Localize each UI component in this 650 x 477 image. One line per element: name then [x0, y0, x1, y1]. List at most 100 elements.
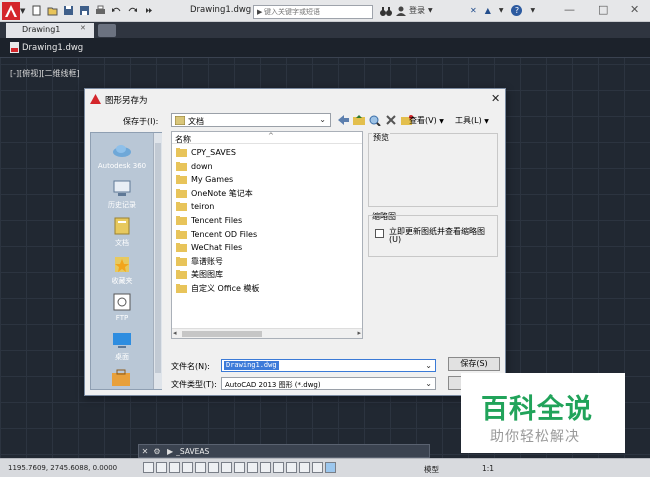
ortho-icon[interactable] — [182, 462, 193, 473]
place-favorites[interactable]: 收藏夹 — [91, 255, 153, 286]
scrollbar-thumb[interactable] — [182, 331, 262, 337]
file-name-input[interactable]: Drawing1.dwg ⌄ — [221, 359, 436, 372]
print-icon[interactable] — [94, 4, 107, 17]
maximize-icon[interactable]: □ — [598, 3, 608, 16]
viewport-controls[interactable]: [-][俯视][二维线框] — [10, 68, 80, 79]
place-label: FTP — [115, 314, 129, 322]
place-autodesk-360[interactable]: Autodesk 360 — [91, 141, 153, 170]
close-window-icon[interactable]: ✕ — [630, 3, 639, 16]
undo-icon[interactable] — [110, 4, 123, 17]
save-in-select[interactable]: 文档 ⌄ — [171, 113, 331, 127]
autocad-logo-icon[interactable] — [2, 2, 20, 20]
login-dropdown-icon[interactable]: ▼ — [428, 7, 433, 14]
place-ftp[interactable]: FTP — [91, 293, 153, 322]
back-icon[interactable] — [337, 114, 349, 126]
list-item[interactable]: Tencent Files — [176, 214, 242, 227]
place-documents[interactable]: 文档 — [91, 217, 153, 248]
list-item[interactable]: 美图图库 — [176, 268, 223, 281]
search-box[interactable]: ▶ — [253, 5, 373, 19]
update-thumbnail-label[interactable]: 立即更新图纸并查看缩略图(U) — [389, 228, 489, 244]
list-item[interactable]: CPY_SAVES — [176, 146, 236, 159]
model-space-button[interactable]: 模型 — [424, 464, 439, 475]
otrack-icon[interactable] — [234, 462, 245, 473]
file-name: OneNote 笔记本 — [191, 188, 253, 198]
wrench-icon[interactable]: ⚙ — [151, 447, 163, 456]
list-item[interactable]: 自定义 Office 模板 — [176, 282, 259, 295]
folder-icon — [176, 175, 187, 185]
file-list-header[interactable]: 名称 ^ — [172, 132, 362, 144]
briefcase-icon[interactable] — [111, 369, 131, 387]
list-item[interactable]: OneNote 笔记本 — [176, 187, 253, 200]
tab-close-icon[interactable]: ✕ — [80, 24, 86, 32]
3d-osnap-icon[interactable] — [221, 462, 232, 473]
new-icon[interactable] — [30, 4, 43, 17]
save-as-icon[interactable] — [78, 4, 91, 17]
save-in-value: 文档 — [188, 117, 204, 126]
documents-folder-icon — [175, 116, 185, 125]
binoculars-icon[interactable] — [380, 6, 392, 17]
view-menu[interactable]: 查看(V) ▼ — [409, 115, 444, 126]
list-item[interactable]: WeChat Files — [176, 241, 242, 254]
scrollbar-thumb[interactable] — [155, 143, 161, 373]
search-expand-icon[interactable]: ▶ — [257, 8, 262, 16]
scroll-left-icon[interactable]: ◂ — [173, 329, 177, 337]
a360-icon[interactable]: ▲ — [485, 6, 491, 15]
login-area[interactable]: 登录 ▼ — [396, 5, 433, 16]
chevron-down-icon[interactable]: ⌄ — [425, 361, 432, 370]
folder-icon — [176, 202, 187, 212]
watermark-subtitle: 助你轻松解决 — [490, 429, 580, 445]
scroll-right-icon[interactable]: ▸ — [357, 329, 361, 337]
places-scrollbar[interactable] — [153, 133, 162, 389]
more-dropdown-icon[interactable]: ▼ — [499, 7, 504, 14]
list-item[interactable]: down — [176, 160, 213, 173]
dialog-title: 图形另存为 — [105, 96, 148, 106]
cloud-icon — [113, 145, 131, 157]
list-item[interactable]: teiron — [176, 200, 214, 213]
documents-icon — [114, 217, 130, 235]
annotation-monitor-icon[interactable] — [325, 462, 336, 473]
polar-icon[interactable] — [195, 462, 206, 473]
file-name-value[interactable]: Drawing1.dwg — [224, 361, 279, 370]
close-icon[interactable]: ✕ — [139, 447, 151, 456]
up-folder-icon[interactable] — [353, 114, 365, 126]
folder-icon — [176, 216, 187, 225]
file-type-select[interactable]: AutoCAD 2013 图形 (*.dwg) ⌄ — [221, 377, 436, 390]
lineweight-icon[interactable] — [273, 462, 284, 473]
snap-icon[interactable] — [156, 462, 167, 473]
list-item[interactable]: Tencent OD Files — [176, 228, 257, 241]
grid-icon[interactable] — [169, 462, 180, 473]
place-history[interactable]: 历史记录 — [91, 179, 153, 210]
exchange-icon[interactable]: ✕ — [470, 6, 477, 15]
transparency-icon[interactable] — [286, 462, 297, 473]
search-web-icon[interactable] — [369, 114, 381, 126]
delete-icon[interactable] — [385, 114, 397, 126]
qat-more-icon[interactable] — [142, 4, 155, 17]
update-thumbnail-checkbox[interactable] — [375, 229, 384, 238]
column-name-header[interactable]: 名称 — [175, 134, 191, 145]
open-icon[interactable] — [46, 4, 59, 17]
list-item[interactable]: My Games — [176, 173, 233, 186]
selection-cycling-icon[interactable] — [312, 462, 323, 473]
file-list[interactable]: 名称 ^ CPY_SAVES down My Games OneNote 笔记本… — [171, 131, 363, 339]
quick-properties-icon[interactable] — [299, 462, 310, 473]
search-input[interactable] — [264, 7, 370, 17]
app-menu-arrow-icon[interactable]: ▼ — [20, 7, 25, 15]
new-tab-button[interactable] — [98, 24, 116, 37]
place-desktop[interactable]: 桌面 — [91, 331, 153, 362]
command-input[interactable] — [176, 446, 429, 456]
tools-menu[interactable]: 工具(L) ▼ — [455, 115, 489, 126]
osnap-icon[interactable] — [208, 462, 219, 473]
dyn-icon[interactable] — [260, 462, 271, 473]
infer-constraints-icon[interactable] — [143, 462, 154, 473]
save-button[interactable]: 保存(S) — [448, 357, 500, 371]
annotation-scale[interactable]: 1:1 — [482, 464, 494, 473]
file-list-hscrollbar[interactable]: ◂ ▸ — [172, 328, 362, 338]
ducs-icon[interactable] — [247, 462, 258, 473]
help-icon[interactable]: ? — [511, 5, 523, 16]
redo-icon[interactable] — [126, 4, 139, 17]
minimize-icon[interactable]: — — [564, 3, 575, 16]
help-dropdown-icon[interactable]: ▼ — [530, 7, 535, 14]
list-item[interactable]: 靠谱账号 — [176, 255, 223, 268]
dialog-close-icon[interactable]: ✕ — [491, 92, 500, 105]
save-icon[interactable] — [62, 4, 75, 17]
